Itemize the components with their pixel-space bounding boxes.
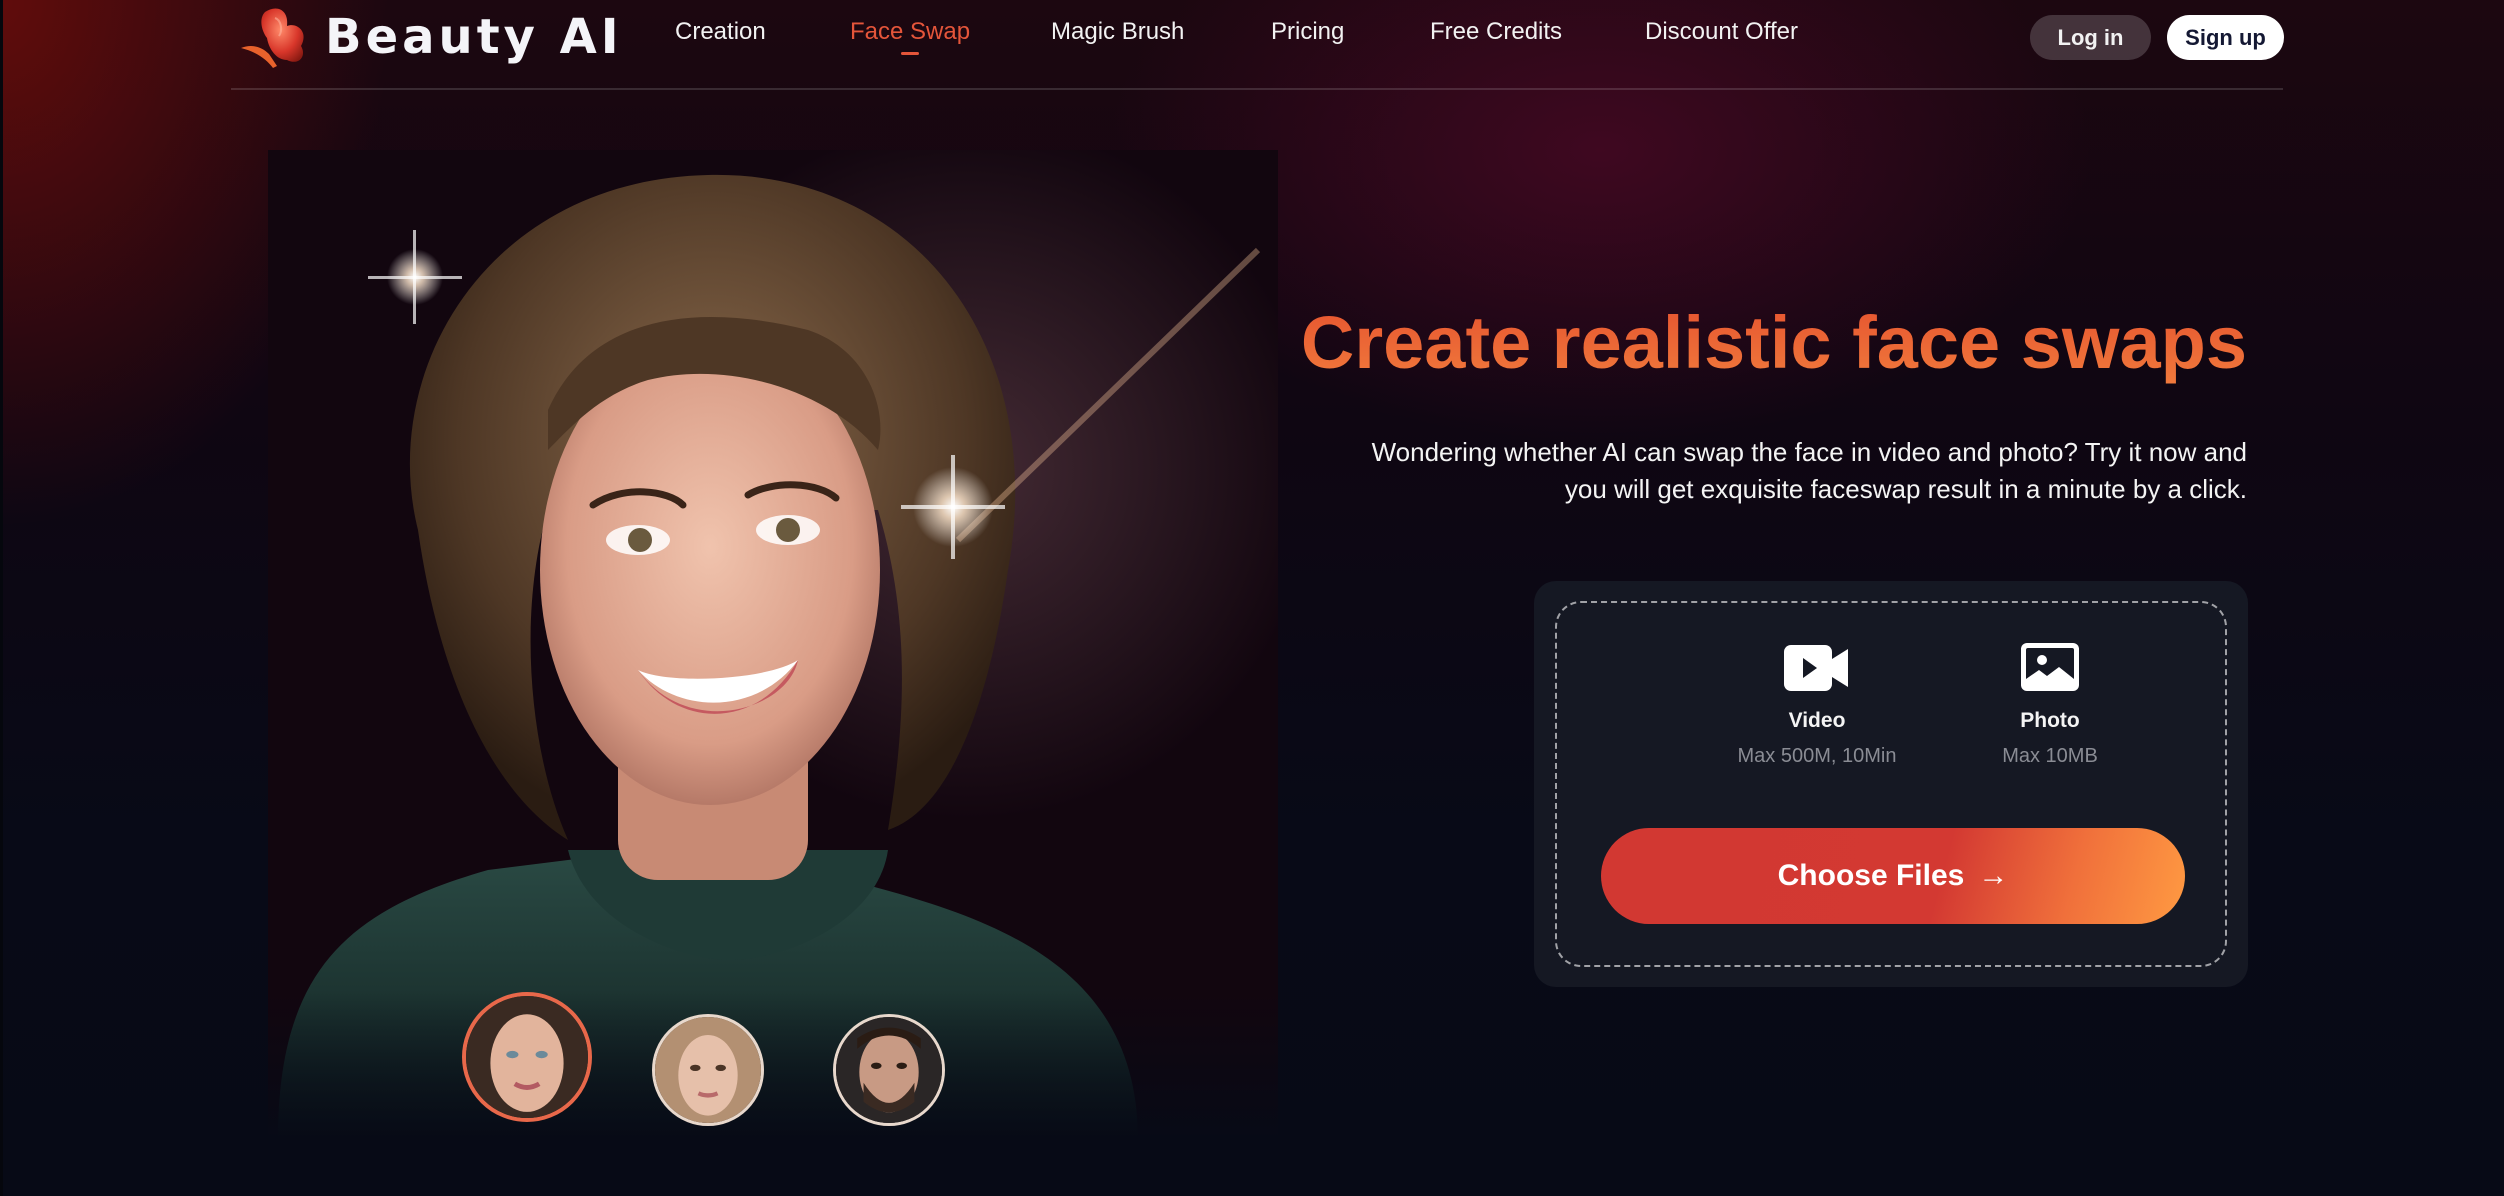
nav-item-face-swap[interactable]: Face Swap	[850, 18, 971, 55]
login-button[interactable]: Log in	[2030, 15, 2151, 60]
logo[interactable]: Beauty AI	[237, 4, 623, 70]
upload-type-video: Video Max 500M, 10Min	[1697, 643, 1937, 768]
face-avatar-icon	[466, 996, 588, 1118]
face-avatar-icon	[655, 1017, 761, 1123]
hero-subtitle: Wondering whether AI can swap the face i…	[1371, 437, 2247, 504]
choose-files-label: Choose Files	[1777, 859, 1965, 892]
brand-name: Beauty AI	[325, 9, 623, 65]
upload-type-photo: Photo Max 10MB	[1930, 643, 2170, 768]
hero-portrait-image	[268, 150, 1278, 1140]
nav-item-magic-brush[interactable]: Magic Brush	[1051, 18, 1184, 46]
nav-item-label: Face Swap	[850, 18, 971, 45]
nav-item-discount-offer[interactable]: Discount Offer	[1645, 18, 1798, 46]
butterfly-logo-icon	[241, 8, 304, 68]
upload-card: Video Max 500M, 10Min Photo Max 10MB Cho…	[1534, 581, 2248, 987]
active-indicator	[901, 52, 920, 55]
arrow-right-icon: →	[1978, 859, 2009, 892]
nav-item-free-credits[interactable]: Free Credits	[1430, 18, 1562, 46]
file-dropzone[interactable]: Video Max 500M, 10Min Photo Max 10MB Cho…	[1555, 601, 2227, 967]
upload-type-limit: Max 500M, 10Min	[1737, 745, 1897, 767]
video-camera-icon	[1784, 645, 1848, 691]
portrait-illustration	[268, 150, 1278, 1140]
image-icon	[2021, 643, 2079, 691]
hero-headline: Create realistic face swaps	[1300, 301, 2247, 384]
face-avatar-icon	[836, 1017, 942, 1123]
signup-button[interactable]: Sign up	[2167, 15, 2284, 60]
nav-item-creation[interactable]: Creation	[675, 18, 766, 46]
face-thumb-woman-blonde[interactable]	[652, 1014, 764, 1126]
choose-files-button[interactable]: Choose Files →	[1601, 828, 2185, 924]
upload-type-label: Video	[1788, 709, 1846, 732]
nav-item-pricing[interactable]: Pricing	[1271, 18, 1344, 46]
upload-type-limit: Max 10MB	[2002, 745, 2098, 767]
face-thumb-woman-brunette[interactable]	[462, 992, 592, 1122]
face-thumb-man-bearded[interactable]	[833, 1014, 945, 1126]
upload-type-label: Photo	[2020, 709, 2080, 732]
window-edge	[0, 0, 3, 1196]
site-header: Beauty AI Creation Face Swap Magic Brush…	[231, 0, 2284, 90]
